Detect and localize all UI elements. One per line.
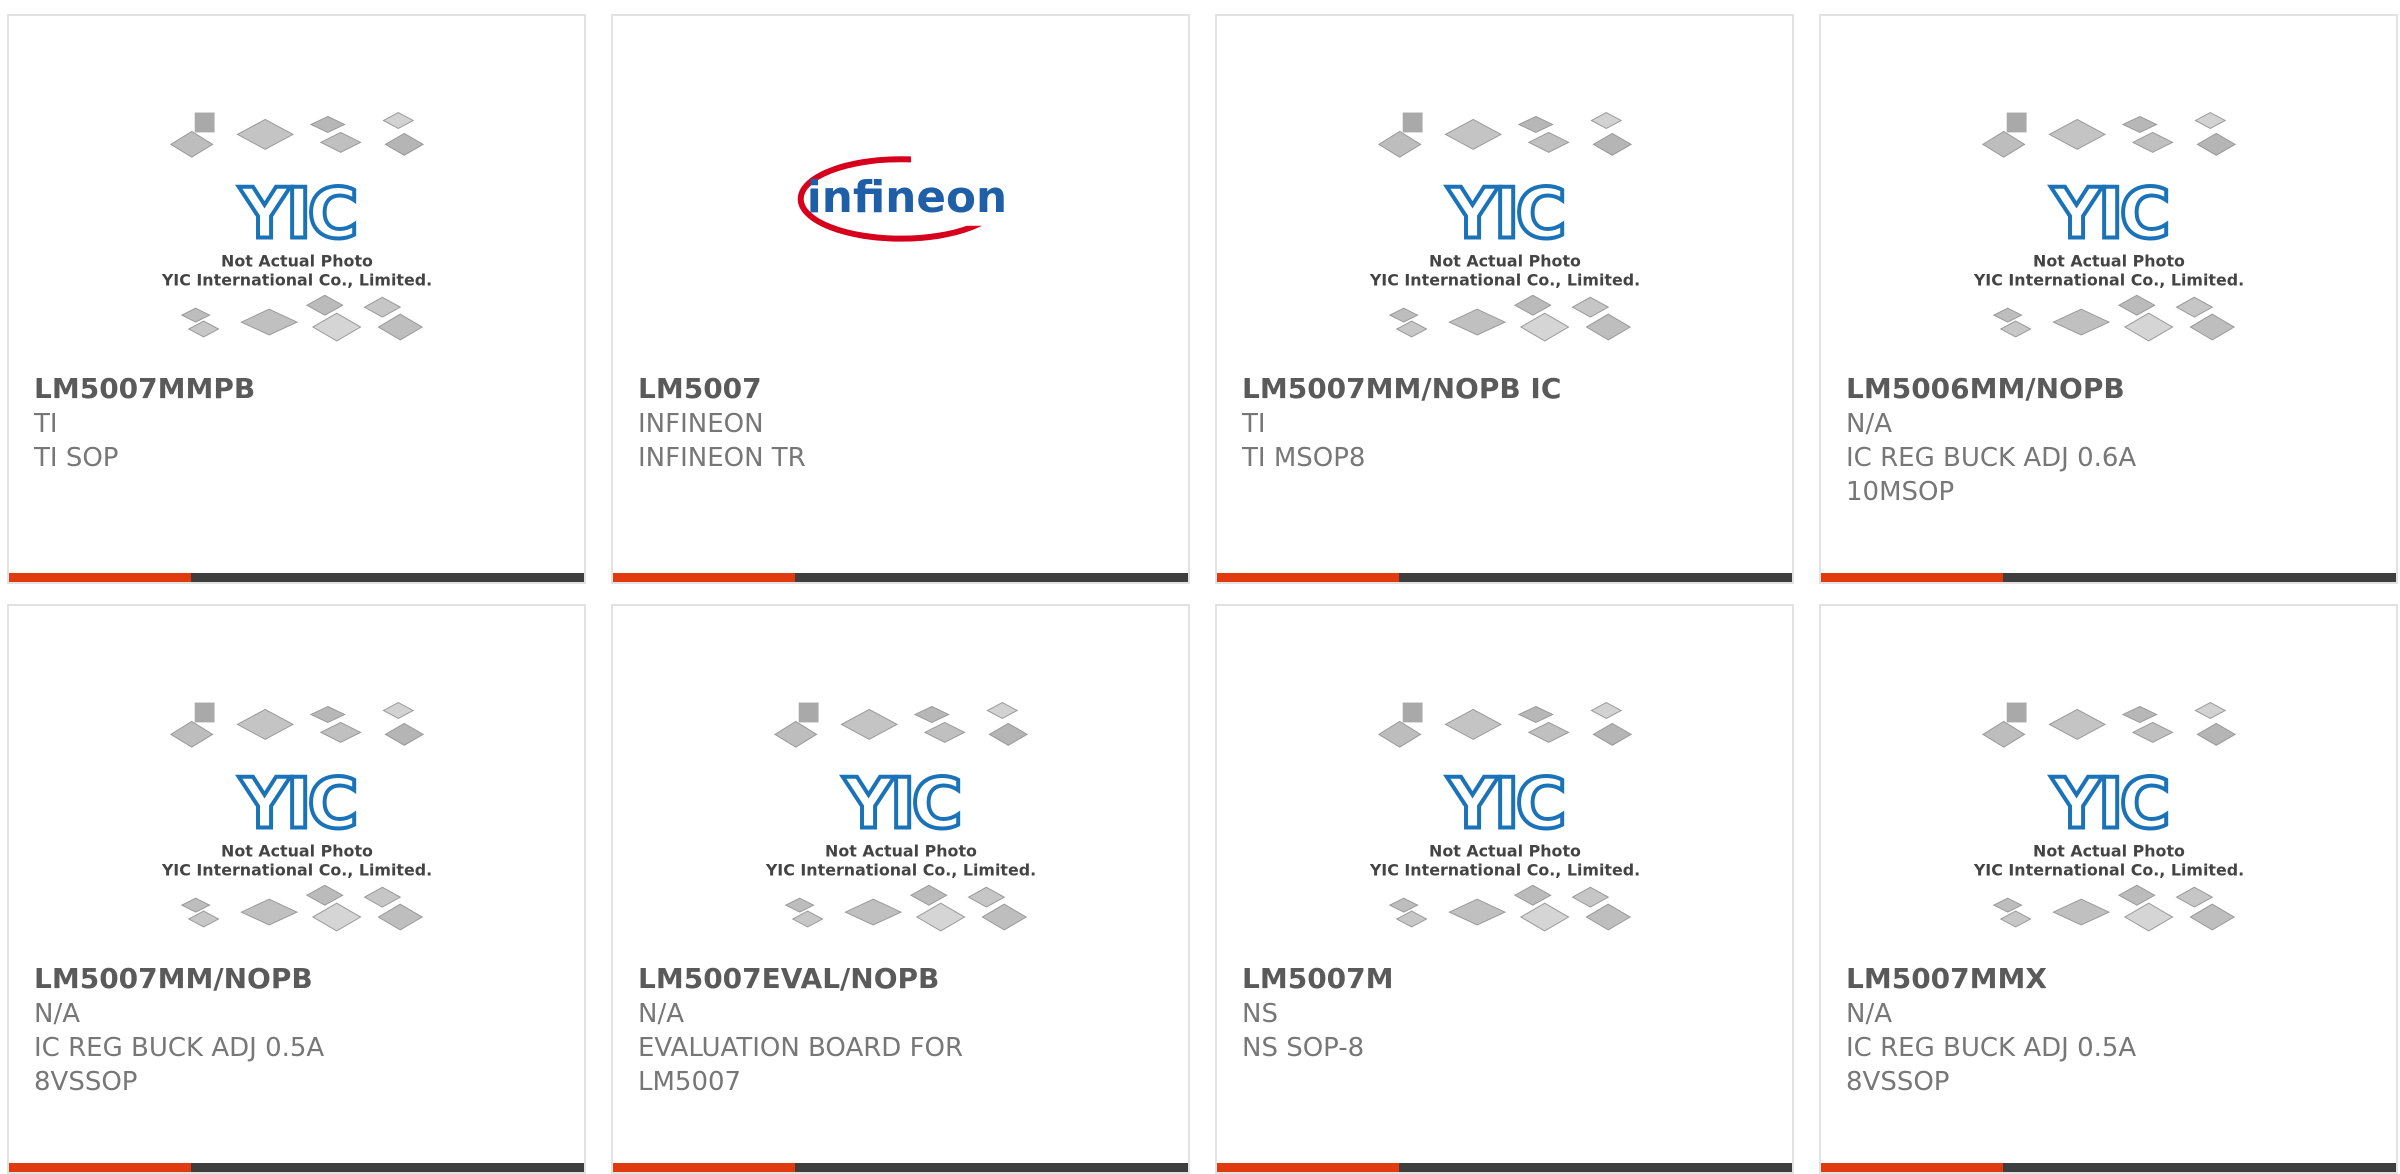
product-image[interactable]: YIC Not Actual Photo YIC International Co.…: [1217, 16, 1792, 364]
product-part-number[interactable]: LM5007MMX: [1846, 963, 2376, 995]
svg-text:infineon: infineon: [807, 172, 1007, 223]
product-card[interactable]: YIC Not Actual Photo YIC International Co.…: [7, 604, 586, 1174]
yic-logo: YIC: [1446, 174, 1562, 255]
product-part-number[interactable]: LM5007M: [1242, 963, 1772, 995]
product-image[interactable]: YIC Not Actual Photo YIC International Co.…: [1217, 606, 1792, 954]
not-actual-photo-label: Not Actual Photo: [1429, 251, 1581, 270]
product-part-number[interactable]: LM5007MM/NOPB IC: [1242, 373, 1772, 405]
product-image[interactable]: YIC Not Actual Photo YIC International Co.…: [1821, 16, 2396, 364]
product-image[interactable]: infineon: [613, 16, 1188, 364]
yic-logo: YIC: [842, 764, 958, 845]
not-actual-photo-label: Not Actual Photo: [221, 251, 373, 270]
product-description: IC REG BUCK ADJ 0.5A 8VSSOP: [34, 1033, 325, 1097]
card-accent-bar: [1821, 1163, 2003, 1172]
card-bottom-bar: [9, 573, 584, 582]
product-card[interactable]: YIC Not Actual Photo YIC International Co.…: [611, 604, 1190, 1174]
not-actual-photo-label: Not Actual Photo: [221, 841, 373, 860]
product-image[interactable]: YIC Not Actual Photo YIC International Co.…: [9, 606, 584, 954]
product-card[interactable]: YIC Not Actual Photo YIC International Co.…: [1819, 14, 2398, 584]
product-manufacturer: N/A: [1846, 409, 1892, 439]
product-card[interactable]: YIC Not Actual Photo YIC International Co.…: [7, 14, 586, 584]
product-description: TI SOP: [34, 443, 119, 473]
product-part-number[interactable]: LM5007EVAL/NOPB: [638, 963, 1168, 995]
product-part-number[interactable]: LM5007: [638, 373, 1168, 405]
product-description: INFINEON TR: [638, 443, 806, 473]
card-accent-bar: [613, 1163, 795, 1172]
card-bottom-bar: [9, 1163, 584, 1172]
product-grid: YIC Not Actual Photo YIC International Co.…: [0, 0, 2400, 1174]
not-actual-photo-label: Not Actual Photo: [2033, 841, 2185, 860]
product-image[interactable]: YIC Not Actual Photo YIC International Co.…: [9, 16, 584, 364]
card-bottom-bar: [1217, 1163, 1792, 1172]
product-manufacturer: N/A: [638, 999, 684, 1029]
company-name-label: YIC International Co., Limited.: [1369, 270, 1640, 289]
product-part-number[interactable]: LM5007MMPB: [34, 373, 564, 405]
product-description: IC REG BUCK ADJ 0.6A 10MSOP: [1846, 443, 2137, 507]
company-name-label: YIC International Co., Limited.: [161, 860, 432, 879]
product-manufacturer: NS: [1242, 999, 1278, 1029]
card-accent-bar: [1217, 573, 1399, 582]
card-bottom-bar: [613, 1163, 1188, 1172]
card-bottom-bar: [1821, 1163, 2396, 1172]
product-part-number[interactable]: LM5006MM/NOPB: [1846, 373, 2376, 405]
product-card[interactable]: YIC Not Actual Photo YIC International Co.…: [1819, 604, 2398, 1174]
product-image[interactable]: YIC Not Actual Photo YIC International Co.…: [613, 606, 1188, 954]
yic-logo: YIC: [2050, 764, 2166, 845]
product-description: EVALUATION BOARD FOR LM5007: [638, 1033, 964, 1097]
product-part-number[interactable]: LM5007MM/NOPB: [34, 963, 564, 995]
card-bottom-bar: [613, 573, 1188, 582]
card-accent-bar: [1821, 573, 2003, 582]
yic-logo: YIC: [1446, 764, 1562, 845]
company-name-label: YIC International Co., Limited.: [1973, 860, 2244, 879]
product-description: TI MSOP8: [1242, 443, 1366, 473]
product-card[interactable]: infineon LM5007 INFINEON INFINEON TR: [611, 14, 1190, 584]
infineon-logo: infineon: [797, 156, 1011, 242]
product-card[interactable]: YIC Not Actual Photo YIC International Co.…: [1215, 14, 1794, 584]
card-bottom-bar: [1821, 573, 2396, 582]
product-manufacturer: N/A: [34, 999, 80, 1029]
not-actual-photo-label: Not Actual Photo: [2033, 251, 2185, 270]
company-name-label: YIC International Co., Limited.: [1973, 270, 2244, 289]
product-manufacturer: TI: [34, 409, 58, 439]
company-name-label: YIC International Co., Limited.: [1369, 860, 1640, 879]
product-manufacturer: INFINEON: [638, 409, 764, 439]
yic-logo: YIC: [238, 174, 354, 255]
product-manufacturer: N/A: [1846, 999, 1892, 1029]
product-manufacturer: TI: [1242, 409, 1266, 439]
card-accent-bar: [9, 573, 191, 582]
card-accent-bar: [1217, 1163, 1399, 1172]
card-accent-bar: [9, 1163, 191, 1172]
not-actual-photo-label: Not Actual Photo: [1429, 841, 1581, 860]
product-image[interactable]: YIC Not Actual Photo YIC International Co.…: [1821, 606, 2396, 954]
company-name-label: YIC International Co., Limited.: [765, 860, 1036, 879]
product-card[interactable]: YIC Not Actual Photo YIC International Co.…: [1215, 604, 1794, 1174]
yic-logo: YIC: [238, 764, 354, 845]
yic-logo: YIC: [2050, 174, 2166, 255]
product-description: IC REG BUCK ADJ 0.5A 8VSSOP: [1846, 1033, 2137, 1097]
product-description: NS SOP-8: [1242, 1033, 1365, 1063]
not-actual-photo-label: Not Actual Photo: [825, 841, 977, 860]
card-accent-bar: [613, 573, 795, 582]
card-bottom-bar: [1217, 573, 1792, 582]
company-name-label: YIC International Co., Limited.: [161, 270, 432, 289]
